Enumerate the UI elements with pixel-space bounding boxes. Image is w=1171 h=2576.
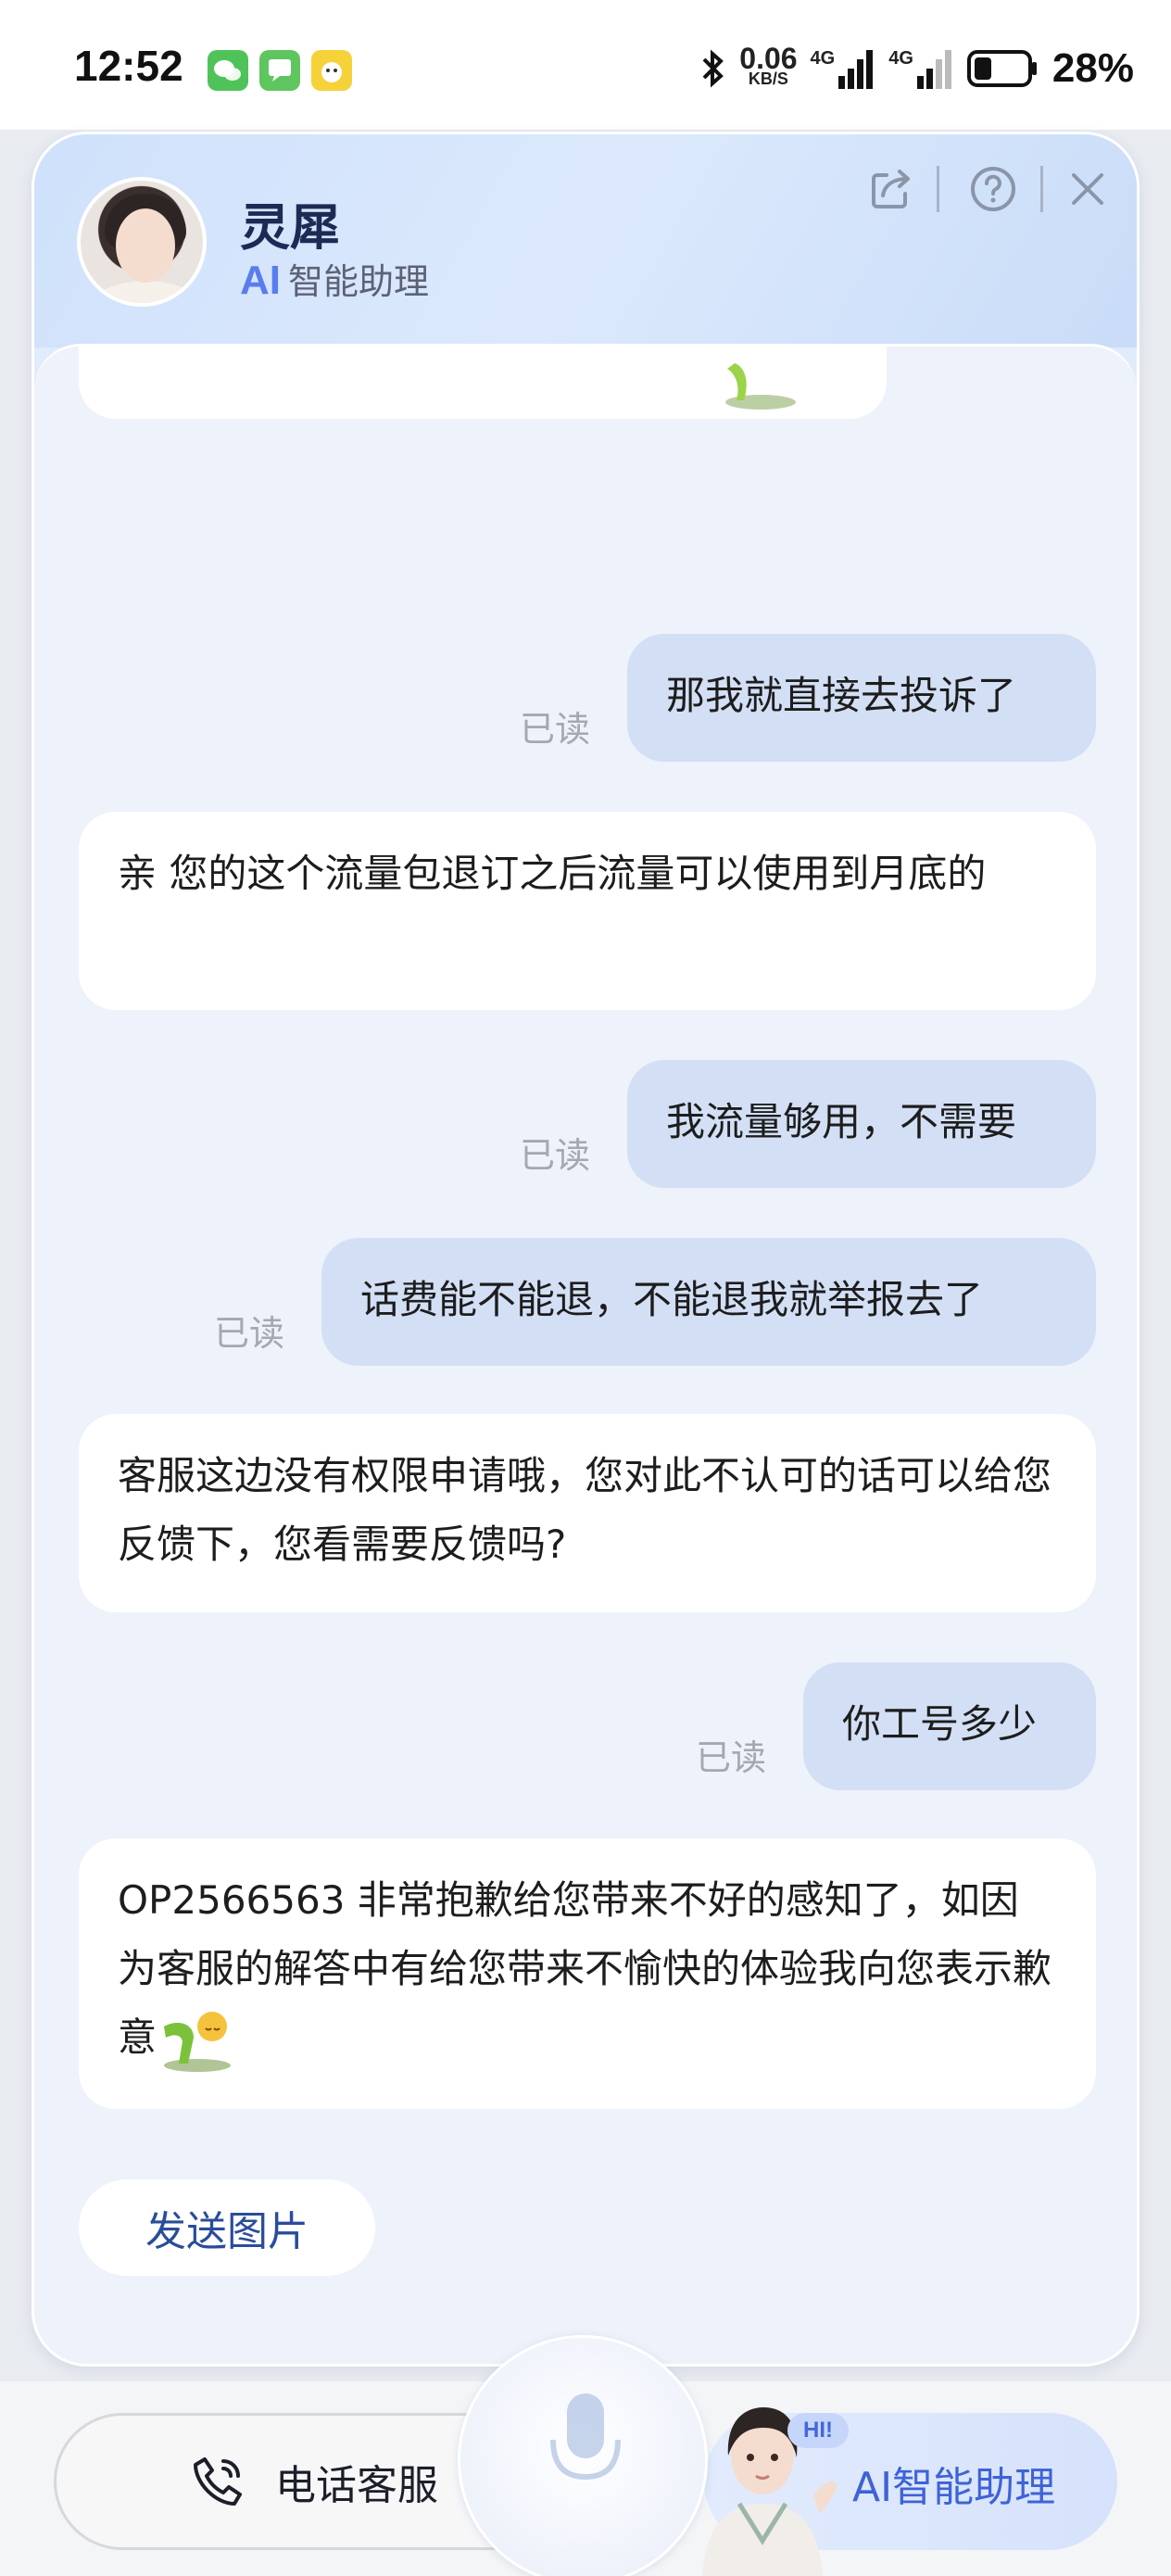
battery-percent: 28% [1051,45,1134,91]
user-message: 我流量够用，不需要 [627,1060,1096,1188]
signal-bars-icon [916,50,951,89]
microphone-icon [550,2393,621,2481]
signal-bars-icon [838,50,874,89]
assistant-avatar [77,177,207,307]
header-divider [1040,166,1043,212]
message-text: 话费能不能退，不能退我就举报去了 [360,1277,984,1322]
phone-icon [194,2457,242,2506]
bot-message: OP2566563 非常抱歉给您带来不好的感知了，如因为客服的解答中有给您带来不… [79,1838,1096,2109]
user-message: 话费能不能退，不能退我就举报去了 [321,1238,1096,1366]
signal-1: 4G [811,48,876,89]
user-message: 那我就直接去投诉了 [627,634,1096,762]
assistant-name: 灵犀 [240,198,340,257]
bot-message: 客服这边没有权限申请哦，您对此不认可的话可以给您反馈下，您看需要反馈吗? [79,1414,1096,1612]
status-indicators: 0.06 KB/S 4G 4G 28% [699,41,1134,96]
net-speed: 0.06 KB/S [739,42,798,88]
signal-2: 4G [888,48,954,89]
ai-assistant-label[interactable]: AI智能助理 [852,2454,1055,2513]
assistant-subtitle: AI 智能助理 [240,253,429,304]
wechat-icon [208,50,248,91]
message-text: 亲 您的这个流量包退订之后流量可以使用到月底的 [118,851,987,896]
bluetooth-icon [702,49,724,88]
message-icon [259,50,300,91]
bot-message-partial [79,347,887,419]
read-receipt: 已读 [520,1135,591,1176]
battery-icon [966,50,1037,87]
bot-message: 亲 您的这个流量包退订之后流量可以使用到月底的 [79,812,1096,1010]
hi-badge: HI! [787,2413,849,2448]
send-image-button[interactable]: 发送图片 [79,2179,375,2276]
bowing-emoji-icon [157,2006,236,2075]
status-time: 12:52 [74,42,183,90]
close-icon[interactable] [1055,157,1120,221]
phone-service-label: 电话客服 [275,2462,438,2509]
help-icon[interactable] [961,157,1026,221]
chat-messages[interactable]: 已读 那我就直接去投诉了 亲 您的这个流量包退订之后流量可以使用到月底的 已读 … [34,344,1137,2364]
read-receipt: 已读 [696,1737,767,1778]
message-text: 那我就直接去投诉了 [666,673,1017,718]
header-divider [937,166,939,212]
read-receipt: 已读 [214,1313,285,1354]
voice-mic-button[interactable] [458,2335,708,2576]
bowing-emoji-icon [718,347,798,415]
status-bar: 12:52 0.06 KB/S 4G 4G 28% [0,0,1171,130]
read-receipt: 已读 [520,709,591,750]
message-text: 你工号多少 [842,1701,1038,1747]
chat-header: 灵犀 AI 智能助理 [34,134,1137,347]
message-text: 客服这边没有权限申请哦，您对此不认可的话可以给您反馈下，您看需要反馈吗? [118,1453,1052,1567]
chat-sheet: 灵犀 AI 智能助理 已读 那我就直接去投诉了 亲 您的这个流量包退订之后流量可… [31,132,1140,2367]
assistant-role: 智能助理 [288,261,430,302]
message-text: 我流量够用，不需要 [666,1099,1017,1144]
user-message: 你工号多少 [803,1662,1096,1790]
ai-badge: AI [240,258,281,303]
app-notification-icon [311,50,352,91]
share-icon[interactable] [859,157,924,221]
message-text: OP2566563 非常抱歉给您带来不好的感知了，如因为客服的解答中有给您带来不… [118,1877,1052,2060]
